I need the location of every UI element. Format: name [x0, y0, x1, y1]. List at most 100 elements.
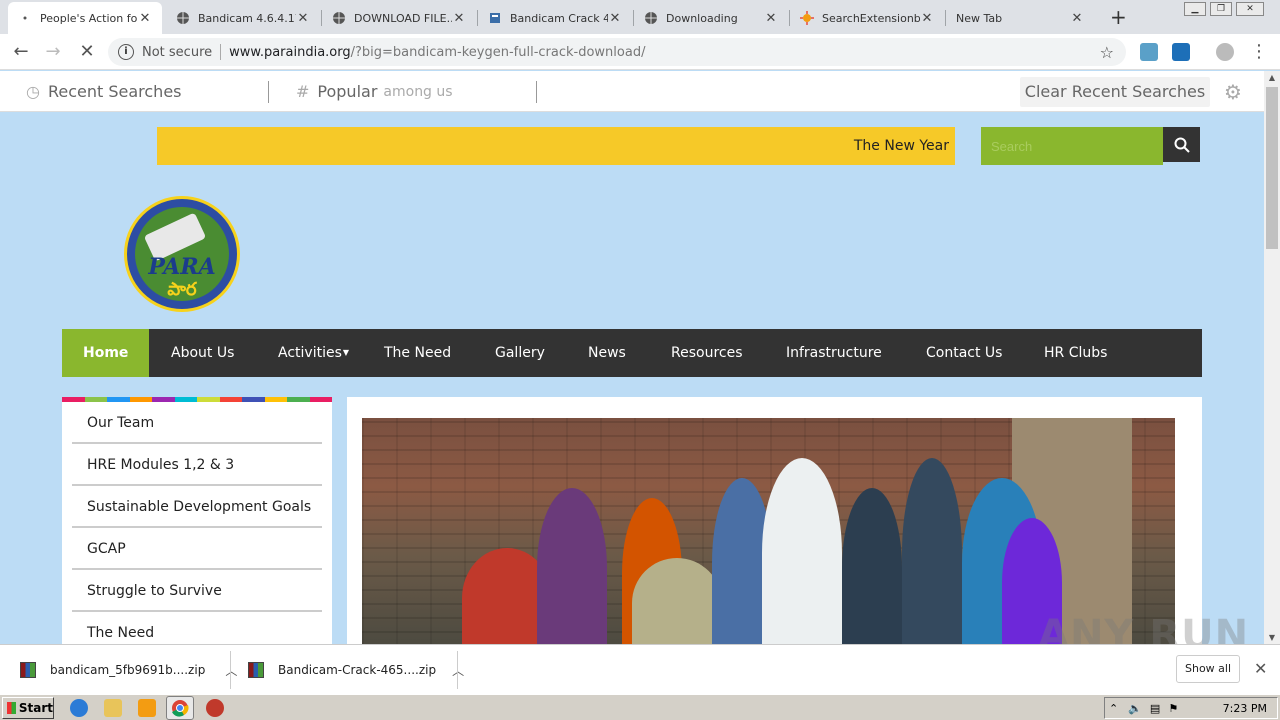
- scroll-thumb[interactable]: [1266, 87, 1278, 249]
- restore-button[interactable]: ❐: [1210, 2, 1232, 16]
- close-tab-icon[interactable]: ✕: [138, 11, 152, 26]
- nav-resources[interactable]: Resources: [671, 329, 743, 377]
- ticker-text[interactable]: The New Year: [854, 138, 949, 154]
- photo-person: [762, 458, 842, 647]
- recent-searches[interactable]: ◷ Recent Searches: [26, 82, 182, 101]
- hash-icon: #: [296, 82, 310, 101]
- tray-expand-icon[interactable]: ⌃: [1109, 702, 1118, 715]
- vertical-scrollbar[interactable]: ▲ ▼: [1264, 71, 1280, 644]
- browser-toolbar: ← → ✕ i Not secure www.paraindia.org /?b…: [0, 34, 1280, 70]
- photo-person: [902, 458, 962, 647]
- site-search-input[interactable]: [981, 127, 1163, 165]
- para-logo[interactable]: PARA పార: [124, 196, 240, 312]
- download-item[interactable]: Bandicam-Crack-465....zip ︿: [248, 645, 464, 695]
- close-tab-icon[interactable]: ✕: [764, 11, 778, 26]
- tab-downloading[interactable]: Downloading ✕: [634, 2, 788, 34]
- new-tab-button[interactable]: +: [1110, 7, 1127, 27]
- tab-strip: People's Action for ✕ Bandicam 4.6.4.17 …: [0, 0, 1280, 34]
- nav-activities-label: Activities: [278, 345, 342, 361]
- tab-new-tab[interactable]: New Tab ✕: [946, 2, 1094, 34]
- sidebar-item-struggle[interactable]: Struggle to Survive: [72, 570, 322, 612]
- clear-recent-searches-button[interactable]: Clear Recent Searches: [1020, 77, 1210, 107]
- bookmark-star-icon[interactable]: ☆: [1100, 43, 1114, 62]
- chrome-icon: [172, 700, 189, 717]
- volume-icon[interactable]: 🔈: [1128, 702, 1142, 715]
- search-icon: [1174, 137, 1190, 153]
- photo-person: [632, 558, 722, 647]
- download-filename: bandicam_5fb9691b....zip: [50, 663, 206, 677]
- nav-gallery[interactable]: Gallery: [495, 329, 545, 377]
- address-bar[interactable]: i Not secure www.paraindia.org /?big=ban…: [108, 38, 1126, 66]
- photo-person: [842, 488, 902, 647]
- extension-mail-icon[interactable]: [1140, 43, 1158, 61]
- gear-icon[interactable]: ⚙: [1224, 80, 1242, 104]
- downloads-shelf: bandicam_5fb9691b....zip ︿ Bandicam-Crac…: [0, 644, 1280, 694]
- close-tab-icon[interactable]: ✕: [920, 11, 934, 26]
- close-tab-icon[interactable]: ✕: [1070, 11, 1084, 26]
- extension-search-icon[interactable]: [1172, 43, 1190, 61]
- logo-text: PARA: [148, 254, 216, 280]
- nav-the-need[interactable]: The Need: [384, 329, 451, 377]
- tab-title: DOWNLOAD FILE...: [354, 11, 452, 25]
- folder-icon[interactable]: [104, 699, 122, 717]
- sidebar-item-our-team[interactable]: Our Team: [72, 402, 322, 444]
- sidebar-item-hre-modules[interactable]: HRE Modules 1,2 & 3: [72, 444, 322, 486]
- nav-about-us[interactable]: About Us: [171, 329, 234, 377]
- tab-search-extension[interactable]: SearchExtensionby ✕: [790, 2, 944, 34]
- tab-bandicam-crack[interactable]: Bandicam Crack 4. ✕: [478, 2, 632, 34]
- main-content: [347, 397, 1202, 647]
- close-tab-icon[interactable]: ✕: [608, 11, 622, 26]
- close-tab-icon[interactable]: ✕: [452, 11, 466, 26]
- popular-searches[interactable]: # Popular among us: [296, 82, 453, 101]
- flag-icon[interactable]: ⚑: [1168, 702, 1178, 715]
- scroll-up-icon[interactable]: ▲: [1264, 73, 1280, 82]
- stop-icon[interactable]: [206, 699, 224, 717]
- tab-title: New Tab: [956, 11, 1003, 25]
- close-window-button[interactable]: ✕: [1236, 2, 1264, 16]
- tab-title: Bandicam 4.6.4.17: [198, 11, 296, 25]
- network-icon[interactable]: ▤: [1150, 702, 1160, 715]
- start-button[interactable]: Start: [2, 697, 54, 719]
- news-ticker: The New Year: [157, 127, 955, 165]
- profile-avatar-icon[interactable]: [1216, 43, 1234, 61]
- divider: [536, 81, 537, 103]
- tab-bandicam[interactable]: Bandicam 4.6.4.17 ✕: [166, 2, 320, 34]
- chrome-taskbar-button[interactable]: [166, 696, 194, 720]
- ie-icon[interactable]: [70, 699, 88, 717]
- globe-icon: [176, 11, 190, 25]
- chevron-up-icon[interactable]: ︿: [452, 662, 464, 679]
- show-all-button[interactable]: Show all: [1176, 655, 1240, 683]
- download-filename: Bandicam-Crack-465....zip: [278, 663, 437, 677]
- windows-taskbar: Start ⌃ 🔈 ▤ ⚑ 7:23 PM: [0, 694, 1280, 720]
- tab-download-file[interactable]: DOWNLOAD FILE... ✕: [322, 2, 476, 34]
- minimize-button[interactable]: ▁: [1184, 2, 1206, 16]
- sun-icon: [800, 11, 814, 25]
- media-player-icon[interactable]: [138, 699, 156, 717]
- caret-down-icon: ▼: [342, 348, 350, 357]
- close-icon[interactable]: ✕: [1254, 659, 1267, 678]
- nav-infrastructure[interactable]: Infrastructure: [786, 329, 882, 377]
- main-navigation: Home About Us Activities▼ The Need Galle…: [62, 329, 1202, 377]
- back-arrow-icon[interactable]: ←: [10, 41, 32, 63]
- nav-activities[interactable]: Activities▼: [278, 329, 349, 377]
- menu-kebab-icon[interactable]: ⋮: [1248, 41, 1270, 63]
- sidebar-item-gcap[interactable]: GCAP: [72, 528, 322, 570]
- tab-people-action[interactable]: People's Action for ✕: [8, 2, 162, 34]
- nav-contact-us[interactable]: Contact Us: [926, 329, 1002, 377]
- winrar-archive-icon: [20, 662, 36, 678]
- page-favicon-icon: [18, 11, 32, 25]
- forward-arrow-icon[interactable]: →: [42, 41, 64, 63]
- stop-loading-icon[interactable]: ✕: [76, 41, 98, 63]
- nav-home[interactable]: Home: [62, 329, 150, 377]
- info-icon[interactable]: i: [118, 44, 134, 60]
- scroll-down-icon[interactable]: ▼: [1264, 633, 1280, 642]
- download-item[interactable]: bandicam_5fb9691b....zip ︿: [20, 645, 237, 695]
- nav-hr-clubs[interactable]: HR Clubs: [1044, 329, 1107, 377]
- sidebar-item-sdg[interactable]: Sustainable Development Goals: [72, 486, 322, 528]
- search-button[interactable]: [1163, 127, 1200, 162]
- close-tab-icon[interactable]: ✕: [296, 11, 310, 26]
- nav-news[interactable]: News: [588, 329, 626, 377]
- chevron-up-icon[interactable]: ︿: [225, 662, 237, 679]
- divider: [457, 651, 458, 689]
- popular-suffix: among us: [383, 83, 453, 100]
